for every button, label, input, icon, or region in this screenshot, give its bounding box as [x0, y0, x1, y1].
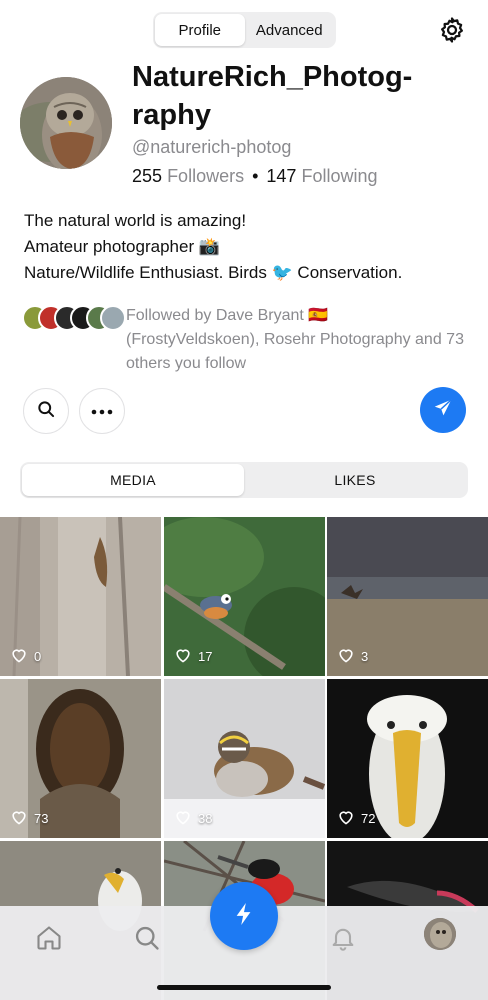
media-tile[interactable]: 73: [0, 679, 161, 838]
follow-stats: 255 Followers • 147 Following: [132, 166, 378, 187]
media-tile[interactable]: 0: [0, 517, 161, 676]
search-icon: [36, 399, 56, 424]
media-tile[interactable]: 17: [164, 517, 325, 676]
bell-icon[interactable]: [328, 923, 358, 953]
like-count-value: 0: [34, 649, 42, 664]
bio-line: Amateur photographer 📸: [24, 237, 220, 256]
followers-label: Followers: [167, 166, 245, 186]
followed-by-text: Followed by Dave Bryant 🇪🇸 (FrostyVeldsk…: [126, 307, 464, 372]
heart-icon: [10, 809, 34, 828]
heart-icon: [337, 647, 361, 666]
profile-bio: The natural world is amazing! Amateur ph…: [24, 208, 402, 286]
following-link[interactable]: 147 Following: [266, 166, 377, 186]
followers-count: 255: [132, 166, 163, 186]
bio-line: Nature/Wildlife Enthusiast. Birds 🐦 Cons…: [24, 263, 403, 282]
heart-icon: [174, 809, 198, 828]
message-button[interactable]: [420, 387, 466, 433]
lightning-icon: [233, 901, 255, 932]
known-followers-avatars: [22, 305, 126, 331]
account-avatar[interactable]: [424, 918, 456, 950]
heart-icon: [174, 647, 198, 666]
content-tabs: MEDIA LIKES: [20, 462, 468, 498]
media-tile[interactable]: 3: [327, 517, 488, 676]
gear-icon[interactable]: [437, 15, 467, 45]
like-count: 38: [174, 809, 212, 828]
display-name: NatureRich_Photog-raphy: [132, 61, 413, 131]
home-indicator: [157, 985, 331, 990]
segment-advanced[interactable]: Advanced: [245, 14, 335, 46]
segment-profile[interactable]: Profile: [155, 14, 245, 46]
like-count: 3: [337, 647, 368, 666]
media-tile[interactable]: 72: [327, 679, 488, 838]
heart-icon: [10, 647, 34, 666]
like-count-value: 3: [361, 649, 369, 664]
like-count-value: 72: [361, 811, 376, 826]
profile-avatar[interactable]: [20, 77, 112, 169]
like-count-value: 38: [198, 811, 213, 826]
home-icon[interactable]: [34, 923, 64, 953]
like-count: 0: [10, 647, 41, 666]
search-icon[interactable]: [132, 923, 162, 953]
compose-button[interactable]: [210, 882, 278, 950]
tab-likes[interactable]: LIKES: [244, 464, 466, 496]
like-count-value: 73: [34, 811, 49, 826]
more-options-button[interactable]: [79, 388, 125, 434]
like-count: 73: [10, 809, 48, 828]
followers-link[interactable]: 255 Followers: [132, 166, 244, 186]
bio-line: The natural world is amazing!: [24, 211, 247, 230]
heart-icon: [337, 809, 361, 828]
ellipsis-icon: [91, 402, 113, 420]
follower-avatar: [100, 305, 126, 331]
paper-plane-icon: [432, 397, 454, 424]
like-count: 72: [337, 809, 375, 828]
search-posts-button[interactable]: [23, 388, 69, 434]
like-count-value: 17: [198, 649, 213, 664]
like-count: 17: [174, 647, 212, 666]
tab-media[interactable]: MEDIA: [22, 464, 244, 496]
following-count: 147: [266, 166, 297, 186]
following-label: Following: [301, 166, 378, 186]
profile-mode-segment: Profile Advanced: [153, 12, 336, 48]
user-handle: @naturerich-photog: [132, 137, 292, 157]
media-tile[interactable]: 38: [164, 679, 325, 838]
stats-separator: •: [252, 166, 259, 186]
